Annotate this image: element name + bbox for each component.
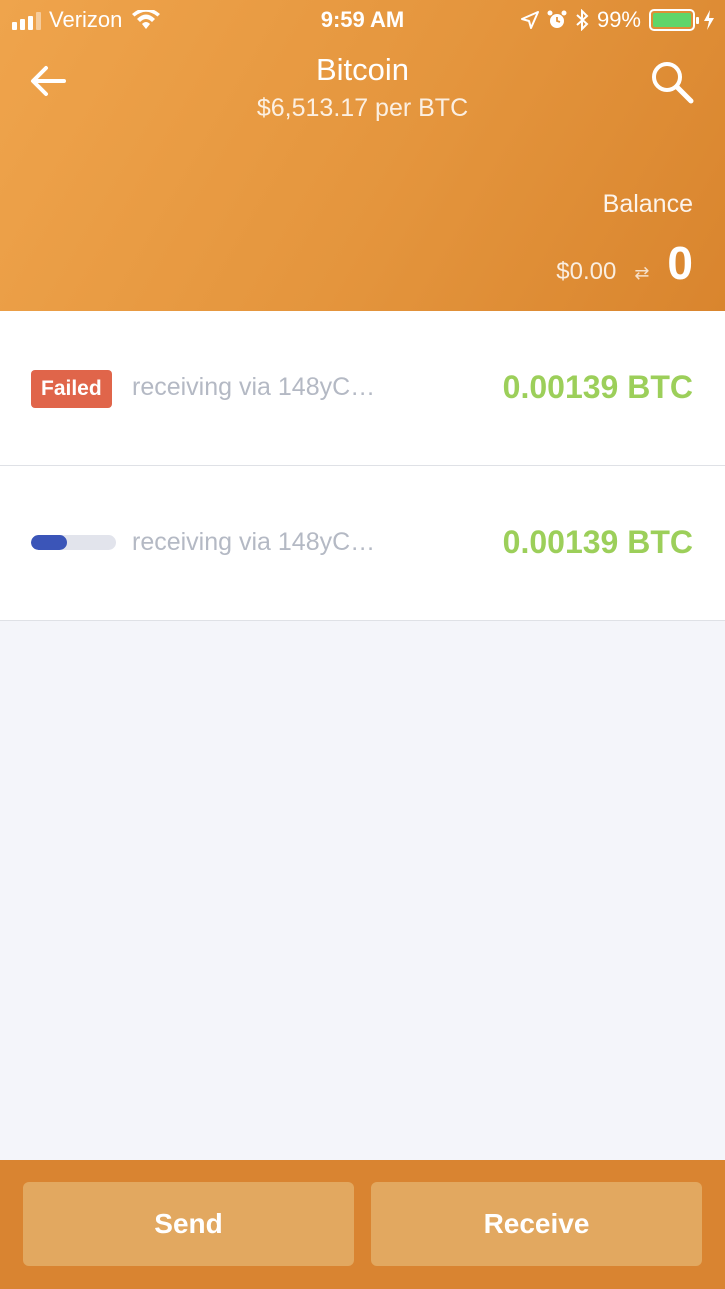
- balance-usd: $0.00: [556, 258, 617, 285]
- send-button[interactable]: Send: [23, 1182, 354, 1266]
- progress-fill: [31, 535, 67, 550]
- transaction-row[interactable]: receiving via 148yC… 0.00139 BTC: [0, 466, 725, 621]
- transaction-list: Failed receiving via 148yC… 0.00139 BTC …: [0, 311, 725, 621]
- receive-button[interactable]: Receive: [371, 1182, 702, 1266]
- charging-icon: [704, 10, 714, 30]
- balance-label: Balance: [602, 190, 693, 218]
- transaction-status: Failed: [31, 370, 112, 408]
- price-subtitle: $6,513.17 per BTC: [256, 94, 469, 122]
- bluetooth-icon: [576, 9, 589, 31]
- battery-icon: [649, 9, 699, 31]
- confirmation-progress-bar: [31, 535, 116, 550]
- status-right: 99%: [520, 7, 715, 33]
- battery-fill: [653, 13, 691, 27]
- transaction-amount: 0.00139 BTC: [502, 369, 693, 405]
- location-icon: [520, 11, 539, 29]
- status-bar: Verizon 9:59 AM 99%: [0, 0, 725, 40]
- balance-btc: 0: [667, 237, 693, 289]
- action-footer: Send Receive: [0, 1160, 725, 1289]
- transaction-description: receiving via 148yC…: [132, 528, 376, 556]
- swap-icon[interactable]: ⇄: [634, 263, 649, 284]
- transaction-row[interactable]: Failed receiving via 148yC… 0.00139 BTC: [0, 311, 725, 466]
- transaction-description: receiving via 148yC…: [132, 373, 376, 401]
- transaction-amount: 0.00139 BTC: [502, 524, 693, 560]
- battery-percent: 99%: [596, 7, 641, 32]
- alarm-icon: [547, 10, 567, 28]
- page-title: Bitcoin: [315, 52, 410, 87]
- balance-row: $0.00 ⇄ 0: [556, 236, 693, 290]
- header: Verizon 9:59 AM 99% Bitcoin $6,513.17 pe…: [0, 0, 725, 311]
- search-icon[interactable]: [648, 58, 698, 108]
- failed-badge: Failed: [31, 370, 112, 408]
